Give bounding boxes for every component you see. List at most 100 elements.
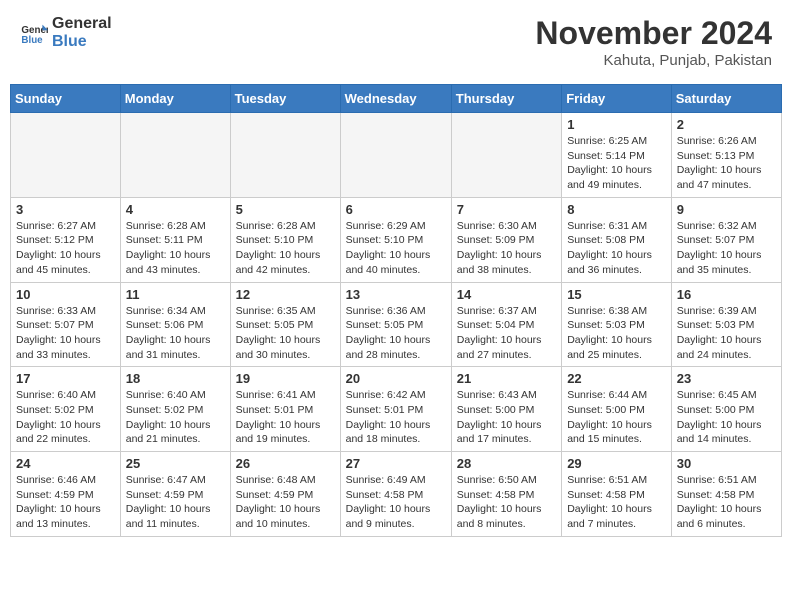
calendar-cell: 30 Sunrise: 6:51 AM Sunset: 4:58 PM Dayli… [671,452,781,537]
calendar-header-saturday: Saturday [671,85,781,113]
calendar-cell: 28 Sunrise: 6:50 AM Sunset: 4:58 PM Dayli… [451,452,561,537]
day-info: Sunrise: 6:51 AM Sunset: 4:58 PM Dayligh… [677,473,776,532]
calendar-cell: 12 Sunrise: 6:35 AM Sunset: 5:05 PM Dayli… [230,282,340,367]
day-number: 12 [236,287,335,302]
day-info: Sunrise: 6:28 AM Sunset: 5:10 PM Dayligh… [236,219,335,278]
day-info: Sunrise: 6:40 AM Sunset: 5:02 PM Dayligh… [16,388,115,447]
day-info: Sunrise: 6:32 AM Sunset: 5:07 PM Dayligh… [677,219,776,278]
day-number: 18 [126,371,225,386]
logo-line1: General [52,15,112,33]
day-info: Sunrise: 6:27 AM Sunset: 5:12 PM Dayligh… [16,219,115,278]
calendar-week-5: 24Sunrise: 6:46 AM Sunset: 4:59 PM Dayli… [11,452,782,537]
day-number: 2 [677,117,776,132]
calendar-cell [11,113,121,198]
calendar-cell: 9 Sunrise: 6:32 AM Sunset: 5:07 PM Daylig… [671,197,781,282]
day-info: Sunrise: 6:45 AM Sunset: 5:00 PM Dayligh… [677,388,776,447]
logo-icon: General Blue [20,19,48,47]
calendar-cell: 25 Sunrise: 6:47 AM Sunset: 4:59 PM Dayli… [120,452,230,537]
day-number: 22 [567,371,666,386]
calendar-cell: 15Sunrise: 6:38 AM Sunset: 5:03 PM Dayli… [562,282,672,367]
day-number: 26 [236,456,335,471]
calendar-cell: 3 Sunrise: 6:27 AM Sunset: 5:12 PM Daylig… [11,197,121,282]
calendar-cell: 6 Sunrise: 6:29 AM Sunset: 5:10 PM Daylig… [340,197,451,282]
day-info: Sunrise: 6:36 AM Sunset: 5:05 PM Dayligh… [346,304,446,363]
day-number: 25 [126,456,225,471]
calendar-cell: 17 Sunrise: 6:40 AM Sunset: 5:02 PM Dayli… [11,367,121,452]
calendar-cell: 2 Sunrise: 6:26 AM Sunset: 5:13 PM Daylig… [671,113,781,198]
day-number: 8 [567,202,666,217]
day-number: 9 [677,202,776,217]
calendar-header-thursday: Thursday [451,85,561,113]
day-number: 1 [567,117,666,132]
calendar-cell: 10Sunrise: 6:33 AM Sunset: 5:07 PM Dayli… [11,282,121,367]
day-number: 4 [126,202,225,217]
calendar-header-wednesday: Wednesday [340,85,451,113]
logo: General Blue General Blue [20,15,112,50]
calendar-header-sunday: Sunday [11,85,121,113]
day-number: 27 [346,456,446,471]
day-number: 15 [567,287,666,302]
calendar-table: SundayMondayTuesdayWednesdayThursdayFrid… [10,84,782,537]
calendar-cell: 26 Sunrise: 6:48 AM Sunset: 4:59 PM Dayli… [230,452,340,537]
calendar-week-2: 3 Sunrise: 6:27 AM Sunset: 5:12 PM Daylig… [11,197,782,282]
calendar-cell [340,113,451,198]
calendar-header-monday: Monday [120,85,230,113]
day-number: 21 [457,371,556,386]
page-header: General Blue General Blue November 2024 … [10,10,782,74]
day-info: Sunrise: 6:48 AM Sunset: 4:59 PM Dayligh… [236,473,335,532]
calendar-cell: 14Sunrise: 6:37 AM Sunset: 5:04 PM Dayli… [451,282,561,367]
calendar-cell: 21 Sunrise: 6:43 AM Sunset: 5:00 PM Dayli… [451,367,561,452]
calendar-cell [120,113,230,198]
location: Kahuta, Punjab, Pakistan [535,52,772,69]
calendar-cell: 16 Sunrise: 6:39 AM Sunset: 5:03 PM Dayli… [671,282,781,367]
day-info: Sunrise: 6:41 AM Sunset: 5:01 PM Dayligh… [236,388,335,447]
calendar-cell: 23Sunrise: 6:45 AM Sunset: 5:00 PM Dayli… [671,367,781,452]
day-info: Sunrise: 6:44 AM Sunset: 5:00 PM Dayligh… [567,388,666,447]
calendar-header-row: SundayMondayTuesdayWednesdayThursdayFrid… [11,85,782,113]
calendar-cell: 24Sunrise: 6:46 AM Sunset: 4:59 PM Dayli… [11,452,121,537]
calendar-cell: 22 Sunrise: 6:44 AM Sunset: 5:00 PM Dayli… [562,367,672,452]
calendar-header-friday: Friday [562,85,672,113]
day-info: Sunrise: 6:50 AM Sunset: 4:58 PM Dayligh… [457,473,556,532]
day-number: 28 [457,456,556,471]
calendar-week-4: 17 Sunrise: 6:40 AM Sunset: 5:02 PM Dayli… [11,367,782,452]
day-number: 10 [16,287,115,302]
day-info: Sunrise: 6:35 AM Sunset: 5:05 PM Dayligh… [236,304,335,363]
day-info: Sunrise: 6:39 AM Sunset: 5:03 PM Dayligh… [677,304,776,363]
day-info: Sunrise: 6:30 AM Sunset: 5:09 PM Dayligh… [457,219,556,278]
day-info: Sunrise: 6:47 AM Sunset: 4:59 PM Dayligh… [126,473,225,532]
calendar-week-1: 1Sunrise: 6:25 AM Sunset: 5:14 PM Daylig… [11,113,782,198]
day-info: Sunrise: 6:29 AM Sunset: 5:10 PM Dayligh… [346,219,446,278]
day-info: Sunrise: 6:43 AM Sunset: 5:00 PM Dayligh… [457,388,556,447]
day-info: Sunrise: 6:40 AM Sunset: 5:02 PM Dayligh… [126,388,225,447]
calendar-header-tuesday: Tuesday [230,85,340,113]
day-number: 7 [457,202,556,217]
day-number: 14 [457,287,556,302]
day-number: 11 [126,287,225,302]
calendar-cell: 13Sunrise: 6:36 AM Sunset: 5:05 PM Dayli… [340,282,451,367]
day-number: 5 [236,202,335,217]
calendar-cell: 11 Sunrise: 6:34 AM Sunset: 5:06 PM Dayli… [120,282,230,367]
day-info: Sunrise: 6:49 AM Sunset: 4:58 PM Dayligh… [346,473,446,532]
day-info: Sunrise: 6:34 AM Sunset: 5:06 PM Dayligh… [126,304,225,363]
day-number: 6 [346,202,446,217]
logo-line2: Blue [52,33,112,51]
calendar-cell: 27 Sunrise: 6:49 AM Sunset: 4:58 PM Dayli… [340,452,451,537]
day-info: Sunrise: 6:31 AM Sunset: 5:08 PM Dayligh… [567,219,666,278]
day-number: 3 [16,202,115,217]
month-title: November 2024 [535,15,772,52]
svg-text:Blue: Blue [21,34,43,45]
day-number: 16 [677,287,776,302]
day-info: Sunrise: 6:42 AM Sunset: 5:01 PM Dayligh… [346,388,446,447]
calendar-cell: 7 Sunrise: 6:30 AM Sunset: 5:09 PM Daylig… [451,197,561,282]
day-number: 17 [16,371,115,386]
calendar-cell: 19Sunrise: 6:41 AM Sunset: 5:01 PM Dayli… [230,367,340,452]
day-info: Sunrise: 6:51 AM Sunset: 4:58 PM Dayligh… [567,473,666,532]
calendar-cell: 29Sunrise: 6:51 AM Sunset: 4:58 PM Dayli… [562,452,672,537]
calendar-cell: 18 Sunrise: 6:40 AM Sunset: 5:02 PM Dayli… [120,367,230,452]
day-info: Sunrise: 6:46 AM Sunset: 4:59 PM Dayligh… [16,473,115,532]
day-info: Sunrise: 6:26 AM Sunset: 5:13 PM Dayligh… [677,134,776,193]
calendar-cell [451,113,561,198]
title-block: November 2024 Kahuta, Punjab, Pakistan [535,15,772,69]
day-number: 30 [677,456,776,471]
